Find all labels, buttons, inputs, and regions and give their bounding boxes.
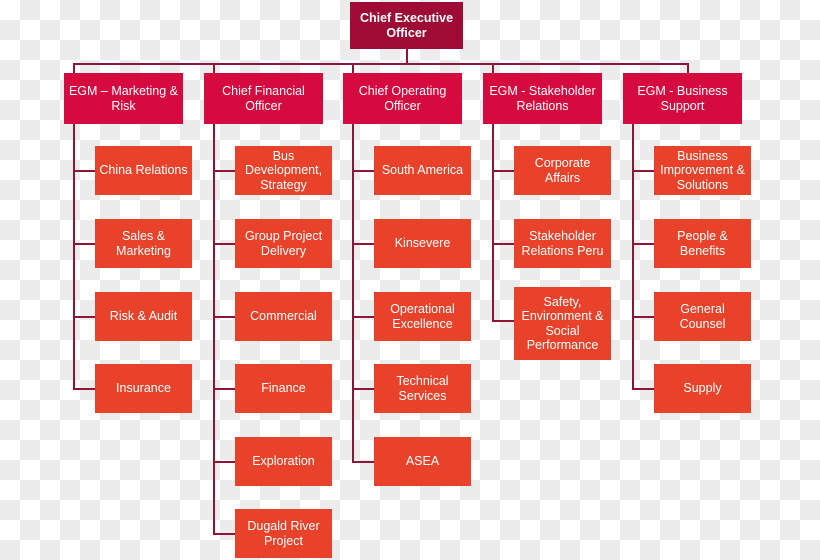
connector-elbow-operational-excellence <box>352 316 374 318</box>
node-insurance[interactable]: Insurance <box>95 364 192 413</box>
connector-drop-egm-business-support <box>687 63 689 73</box>
node-china-relations[interactable]: China Relations <box>95 146 192 195</box>
connector-elbow-safety-environment-social-performance <box>492 320 514 322</box>
node-bus-development-strategy[interactable]: Bus Development, Strategy <box>235 146 332 195</box>
node-kinsevere[interactable]: Kinsevere <box>374 219 471 268</box>
node-asea[interactable]: ASEA <box>374 437 471 486</box>
node-operational-excellence[interactable]: Operational Excellence <box>374 292 471 341</box>
connector-elbow-bus-development-strategy <box>213 170 235 172</box>
connector-elbow-insurance <box>73 388 95 390</box>
node-safety-environment-social-performance[interactable]: Safety, Environment & Social Performance <box>514 287 611 360</box>
connector-spine-chief-financial-officer <box>213 124 215 534</box>
connector-elbow-china-relations <box>73 170 95 172</box>
node-egm-stakeholder-relations[interactable]: EGM - Stakeholder Relations <box>483 73 602 124</box>
connector-elbow-risk-audit <box>73 316 95 318</box>
connector-elbow-kinsevere <box>352 243 374 245</box>
node-egm-business-support[interactable]: EGM - Business Support <box>623 73 742 124</box>
connector-elbow-finance <box>213 388 235 390</box>
connector-spine-egm-stakeholder-relations <box>492 124 494 322</box>
node-business-improvement-solutions[interactable]: Business Improvement & Solutions <box>654 146 751 195</box>
connector-spine-chief-operating-officer <box>352 124 354 462</box>
connector-drop-egm-marketing-risk <box>73 63 75 73</box>
node-general-counsel[interactable]: General Counsel <box>654 292 751 341</box>
connector-elbow-south-america <box>352 170 374 172</box>
node-stakeholder-relations-peru[interactable]: Stakeholder Relations Peru <box>514 219 611 268</box>
connector-elbow-technical-services <box>352 388 374 390</box>
node-corporate-affairs[interactable]: Corporate Affairs <box>514 146 611 195</box>
node-commercial[interactable]: Commercial <box>235 292 332 341</box>
connector-elbow-group-project-delivery <box>213 243 235 245</box>
node-finance[interactable]: Finance <box>235 364 332 413</box>
node-technical-services[interactable]: Technical Services <box>374 364 471 413</box>
node-supply[interactable]: Supply <box>654 364 751 413</box>
connector-elbow-stakeholder-relations-peru <box>492 243 514 245</box>
connector-drop-egm-stakeholder-relations <box>492 63 494 73</box>
connector-ceo-stem <box>406 48 408 64</box>
node-risk-audit[interactable]: Risk & Audit <box>95 292 192 341</box>
node-chief-executive-officer[interactable]: Chief Executive Officer <box>350 2 463 49</box>
connector-exec-bus <box>73 63 689 65</box>
node-exploration[interactable]: Exploration <box>235 437 332 486</box>
node-sales-marketing[interactable]: Sales & Marketing <box>95 219 192 268</box>
connector-elbow-supply <box>632 388 654 390</box>
node-south-america[interactable]: South America <box>374 146 471 195</box>
connector-drop-chief-financial-officer <box>213 63 215 73</box>
connector-elbow-corporate-affairs <box>492 170 514 172</box>
connector-elbow-business-improvement-solutions <box>632 170 654 172</box>
connector-spine-egm-business-support <box>632 124 634 389</box>
connector-elbow-general-counsel <box>632 316 654 318</box>
connector-elbow-people-benefits <box>632 243 654 245</box>
node-dugald-river-project[interactable]: Dugald River Project <box>235 509 332 558</box>
connector-elbow-exploration <box>213 461 235 463</box>
connector-drop-chief-operating-officer <box>352 63 354 73</box>
connector-elbow-commercial <box>213 316 235 318</box>
node-chief-operating-officer[interactable]: Chief Operating Officer <box>343 73 462 124</box>
connector-elbow-dugald-river-project <box>213 533 235 535</box>
node-group-project-delivery[interactable]: Group Project Delivery <box>235 219 332 268</box>
org-chart-canvas: Chief Executive Officer EGM – Marketing … <box>0 0 820 560</box>
node-egm-marketing-risk[interactable]: EGM – Marketing & Risk <box>64 73 183 124</box>
connector-elbow-sales-marketing <box>73 243 95 245</box>
node-people-benefits[interactable]: People & Benefits <box>654 219 751 268</box>
connector-spine-egm-marketing-risk <box>73 124 75 389</box>
connector-elbow-asea <box>352 461 374 463</box>
node-chief-financial-officer[interactable]: Chief Financial Officer <box>204 73 323 124</box>
